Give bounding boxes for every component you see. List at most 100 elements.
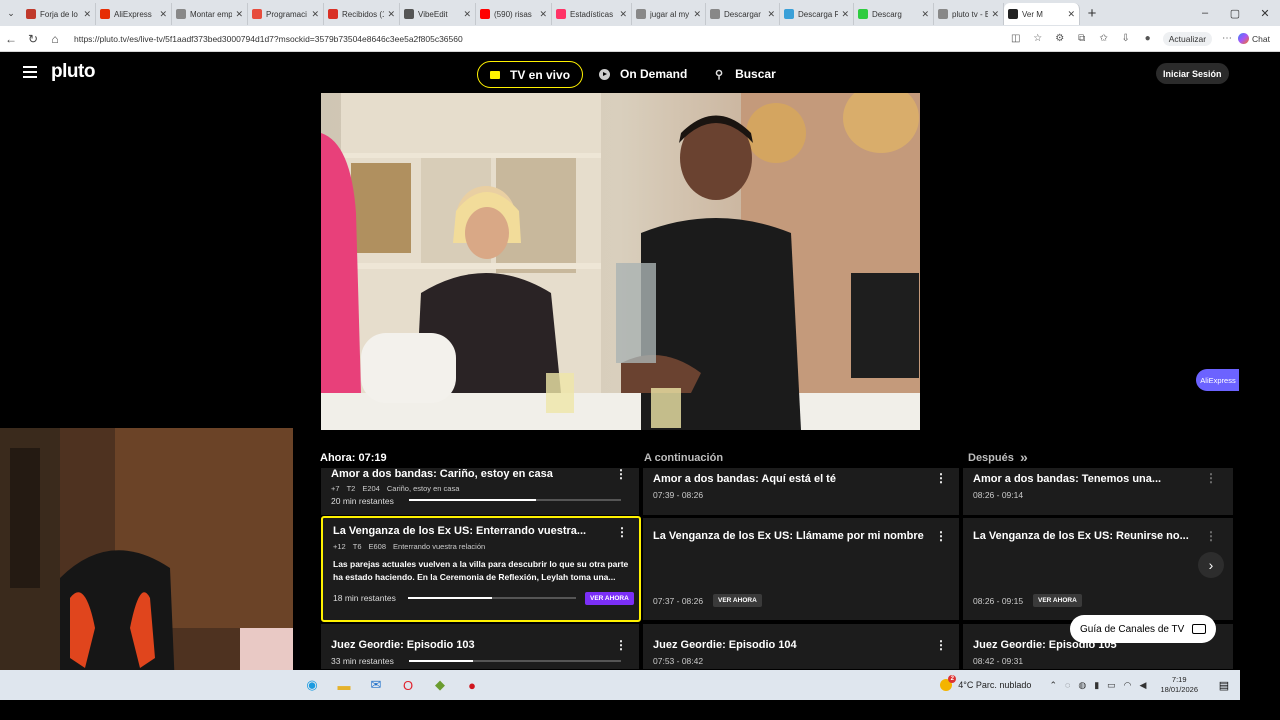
play-circle-icon — [599, 68, 610, 80]
on-demand-tab[interactable]: On Demand — [599, 67, 687, 81]
guide-cell-later[interactable]: La Venganza de los Ex US: Reunirse no...… — [963, 518, 1233, 620]
guide-cell-current[interactable]: Juez Geordie: Episodio 103 33 min restan… — [321, 624, 639, 669]
tab-close-icon[interactable]: ✕ — [1067, 9, 1075, 20]
episode-title: Enterrando vuestra relación — [393, 542, 486, 551]
watch-now-button[interactable]: VER AHORA — [713, 594, 762, 607]
tab-close-icon[interactable]: ✕ — [311, 9, 319, 20]
network-icon[interactable]: ◌ — [1065, 680, 1070, 690]
browser-tab[interactable]: Descarg ✕ — [854, 3, 934, 25]
channels-guide-button[interactable]: Guía de Canales de TV — [1070, 615, 1217, 643]
browser-tab[interactable]: pluto tv - B ✕ — [934, 3, 1004, 25]
update-button[interactable]: Actualizar — [1162, 31, 1213, 46]
double-chevron-right-icon[interactable]: » — [1020, 449, 1028, 465]
browser-tab[interactable]: jugar al my ✕ — [632, 3, 706, 25]
browser-tab[interactable]: Ver M ✕ — [1004, 3, 1080, 25]
new-tab-button[interactable]: + — [1080, 5, 1104, 22]
scroll-right-chevron-icon[interactable]: › — [1198, 552, 1224, 578]
more-options-icon[interactable]: ⋮ — [1205, 530, 1217, 542]
guide-cell-later[interactable]: Amor a dos bandas: Tenemos una... 08:26 … — [963, 468, 1233, 515]
pluto-logo[interactable]: pluto — [51, 61, 95, 83]
browser-tab[interactable]: Estadísticas ✕ — [552, 3, 632, 25]
video-player[interactable] — [321, 93, 920, 430]
browser-tab[interactable]: VibeEdit ✕ — [400, 3, 476, 25]
guide-cell-next[interactable]: Juez Geordie: Episodio 104 07:53 - 08:42… — [643, 624, 959, 669]
favorites-icon[interactable]: ✩ — [1093, 33, 1115, 44]
tab-close-icon[interactable]: ✕ — [387, 9, 395, 20]
weather-widget[interactable]: 2 4°C Parc. nublado — [940, 675, 1032, 691]
tab-close-icon[interactable]: ✕ — [83, 9, 91, 20]
watch-now-button[interactable]: VER AHORA — [585, 592, 634, 605]
url-field[interactable]: https://pluto.tv/es/live-tv/5f1aadf373be… — [74, 34, 1005, 44]
opera-icon[interactable]: O — [394, 674, 422, 696]
tab-close-icon[interactable]: ✕ — [463, 9, 471, 20]
browser-tab[interactable]: Recibidos (1 ✕ — [324, 3, 400, 25]
tv-live-tab[interactable]: TV en vivo — [477, 61, 584, 88]
minimize-icon[interactable]: – — [1190, 7, 1220, 20]
volume-icon[interactable]: ◀ — [1140, 680, 1147, 691]
tab-close-icon[interactable]: ✕ — [841, 9, 849, 20]
security-icon[interactable]: ◍ — [1078, 680, 1086, 691]
guide-cell-current[interactable]: Amor a dos bandas: Cariño, estoy en casa… — [321, 468, 639, 515]
browser-tab[interactable]: Programaci ✕ — [248, 3, 324, 25]
tab-close-icon[interactable]: ✕ — [693, 9, 701, 20]
guide-cell-next[interactable]: La Venganza de los Ex US: Llámame por mi… — [643, 518, 959, 620]
browser-tab[interactable]: Descargar ✕ — [706, 3, 780, 25]
more-options-icon[interactable]: ⋮ — [615, 639, 627, 651]
hamburger-menu-icon[interactable] — [23, 66, 37, 78]
more-options-icon[interactable]: ⋮ — [616, 526, 628, 538]
guide-cell-next[interactable]: Amor a dos bandas: Aquí está el té 07:39… — [643, 468, 959, 515]
tab-close-icon[interactable]: ✕ — [619, 9, 627, 20]
tab-list-chevron-icon[interactable]: ⌄ — [0, 2, 22, 24]
split-view-icon[interactable]: ◫ — [1005, 33, 1027, 44]
tab-close-icon[interactable]: ✕ — [921, 9, 929, 20]
tab-close-icon[interactable]: ✕ — [235, 9, 243, 20]
outlook-icon[interactable]: ✉ — [362, 674, 390, 696]
favorite-star-icon[interactable]: ☆ — [1027, 33, 1049, 44]
search-tab[interactable]: ⚲ Buscar — [715, 67, 776, 81]
recording-app-icon[interactable]: ● — [458, 674, 486, 696]
browser-tab[interactable]: Montar emp ✕ — [172, 3, 248, 25]
wifi-icon[interactable]: ◠ — [1124, 680, 1132, 691]
more-options-icon[interactable]: ⋮ — [935, 472, 947, 484]
tab-close-icon[interactable]: ✕ — [991, 9, 999, 20]
clock-date: 18/01/2026 — [1160, 685, 1198, 694]
reload-icon[interactable]: ↻ — [22, 32, 44, 46]
more-options-icon[interactable]: ⋮ — [935, 530, 947, 542]
file-explorer-icon[interactable]: ▬ — [330, 674, 358, 696]
tab-close-icon[interactable]: ✕ — [539, 9, 547, 20]
browser-tab[interactable]: Forja de lo ✕ — [22, 3, 96, 25]
back-arrow-icon[interactable]: ← — [0, 32, 22, 46]
browser-tab[interactable]: Descarga R ✕ — [780, 3, 854, 25]
login-button[interactable]: Iniciar Sesión — [1156, 63, 1229, 84]
edge-browser-icon[interactable]: ◉ — [298, 674, 326, 696]
home-icon[interactable]: ⌂ — [44, 32, 66, 46]
collections-icon[interactable]: ⧉ — [1071, 33, 1093, 44]
display-icon[interactable]: ▭ — [1107, 680, 1116, 691]
profile-avatar[interactable]: ● — [1137, 33, 1159, 44]
more-menu-icon[interactable]: ⋯ — [1216, 33, 1238, 44]
game-app-icon[interactable]: ◆ — [426, 674, 454, 696]
more-options-icon[interactable]: ⋮ — [1205, 472, 1217, 484]
guide-cell-current-selected[interactable]: La Venganza de los Ex US: Enterrando vue… — [321, 516, 641, 622]
tab-favicon-icon — [176, 9, 186, 19]
maximize-icon[interactable]: ▢ — [1220, 7, 1250, 20]
notifications-icon[interactable]: ▤ — [1210, 674, 1238, 696]
weather-text: 4°C Parc. nublado — [958, 680, 1032, 690]
downloads-icon[interactable]: ⇩ — [1115, 33, 1137, 44]
watch-now-button[interactable]: VER AHORA — [1033, 594, 1082, 607]
microphone-icon[interactable]: ▮ — [1094, 680, 1099, 691]
chat-label: Chat — [1252, 33, 1270, 44]
taskbar-clock[interactable]: 7:19 18/01/2026 — [1160, 675, 1198, 695]
browser-tab[interactable]: (590) risas ✕ — [476, 3, 552, 25]
tab-close-icon[interactable]: ✕ — [159, 9, 167, 20]
tray-chevron-up-icon[interactable]: ⌃ — [1049, 680, 1057, 691]
extensions-icon[interactable]: ⚙ — [1049, 33, 1071, 44]
copilot-chat-button[interactable]: Chat — [1238, 33, 1270, 44]
tab-favicon-icon — [938, 9, 948, 19]
tab-close-icon[interactable]: ✕ — [767, 9, 775, 20]
more-options-icon[interactable]: ⋮ — [615, 468, 627, 480]
browser-tab[interactable]: AliExpress ✕ — [96, 3, 172, 25]
more-options-icon[interactable]: ⋮ — [935, 639, 947, 651]
close-window-icon[interactable]: ✕ — [1250, 7, 1280, 20]
aliexpress-extension-pill[interactable]: AliExpress — [1196, 369, 1239, 391]
